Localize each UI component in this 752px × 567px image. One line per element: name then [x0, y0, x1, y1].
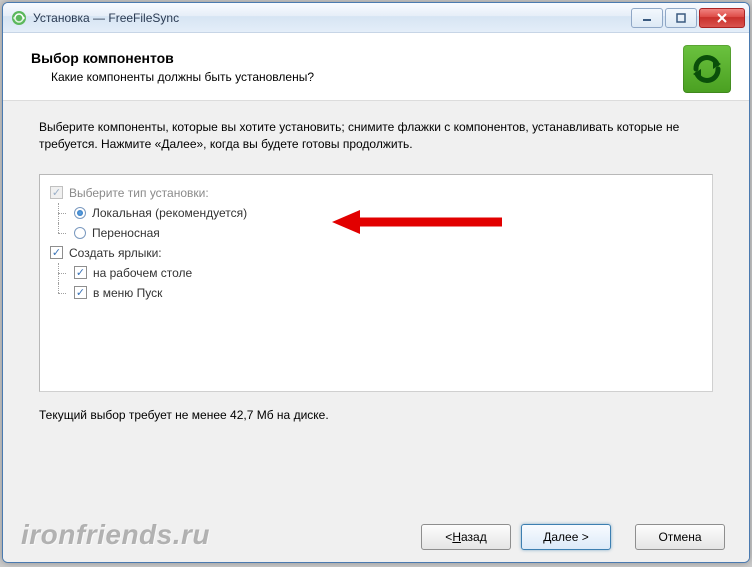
installer-window: Установка — FreeFileSync Выбор компонент… [2, 2, 750, 563]
intro-text: Выберите компоненты, которые вы хотите у… [39, 119, 713, 154]
window-controls [631, 8, 745, 28]
radio-icon [74, 207, 86, 219]
wizard-header: Выбор компонентов Какие компоненты должн… [3, 33, 749, 101]
tree-label: Переносная [92, 226, 160, 240]
titlebar: Установка — FreeFileSync [3, 3, 749, 33]
tree-label: в меню Пуск [93, 286, 162, 300]
sync-icon [683, 45, 731, 93]
app-icon [11, 10, 27, 26]
tree-label: на рабочем столе [93, 266, 192, 280]
option-shortcut-desktop[interactable]: ✓ на рабочем столе [50, 263, 702, 283]
close-button[interactable] [699, 8, 745, 28]
checkbox-icon: ✓ [50, 186, 63, 199]
tree-root-shortcuts[interactable]: ✓ Создать ярлыки: [50, 243, 702, 263]
tree-label: Выберите тип установки: [69, 186, 209, 200]
window-title: Установка — FreeFileSync [33, 11, 179, 25]
tree-label: Локальная (рекомендуется) [92, 206, 247, 220]
radio-icon [74, 227, 86, 239]
checkbox-icon: ✓ [50, 246, 63, 259]
checkbox-icon: ✓ [74, 266, 87, 279]
option-portable-install[interactable]: Переносная [50, 223, 702, 243]
components-tree: ✓ Выберите тип установки: Локальная (рек… [39, 174, 713, 392]
wizard-page: Выберите компоненты, которые вы хотите у… [3, 101, 749, 510]
disk-requirement: Текущий выбор требует не менее 42,7 Мб н… [39, 408, 713, 422]
cancel-button[interactable]: Отмена [635, 524, 725, 550]
option-local-install[interactable]: Локальная (рекомендуется) [50, 203, 702, 223]
tree-label: Создать ярлыки: [69, 246, 162, 260]
page-title: Выбор компонентов [31, 50, 314, 66]
wizard-footer: ironfriends.ru < Назад Далее > Отмена [3, 510, 749, 562]
page-subtitle: Какие компоненты должны быть установлены… [51, 70, 314, 84]
next-button[interactable]: Далее > [521, 524, 611, 550]
option-shortcut-startmenu[interactable]: ✓ в меню Пуск [50, 283, 702, 303]
watermark-text: ironfriends.ru [21, 519, 210, 551]
maximize-button[interactable] [665, 8, 697, 28]
checkbox-icon: ✓ [74, 286, 87, 299]
minimize-button[interactable] [631, 8, 663, 28]
back-button[interactable]: < Назад [421, 524, 511, 550]
tree-root-install-type: ✓ Выберите тип установки: [50, 183, 702, 203]
